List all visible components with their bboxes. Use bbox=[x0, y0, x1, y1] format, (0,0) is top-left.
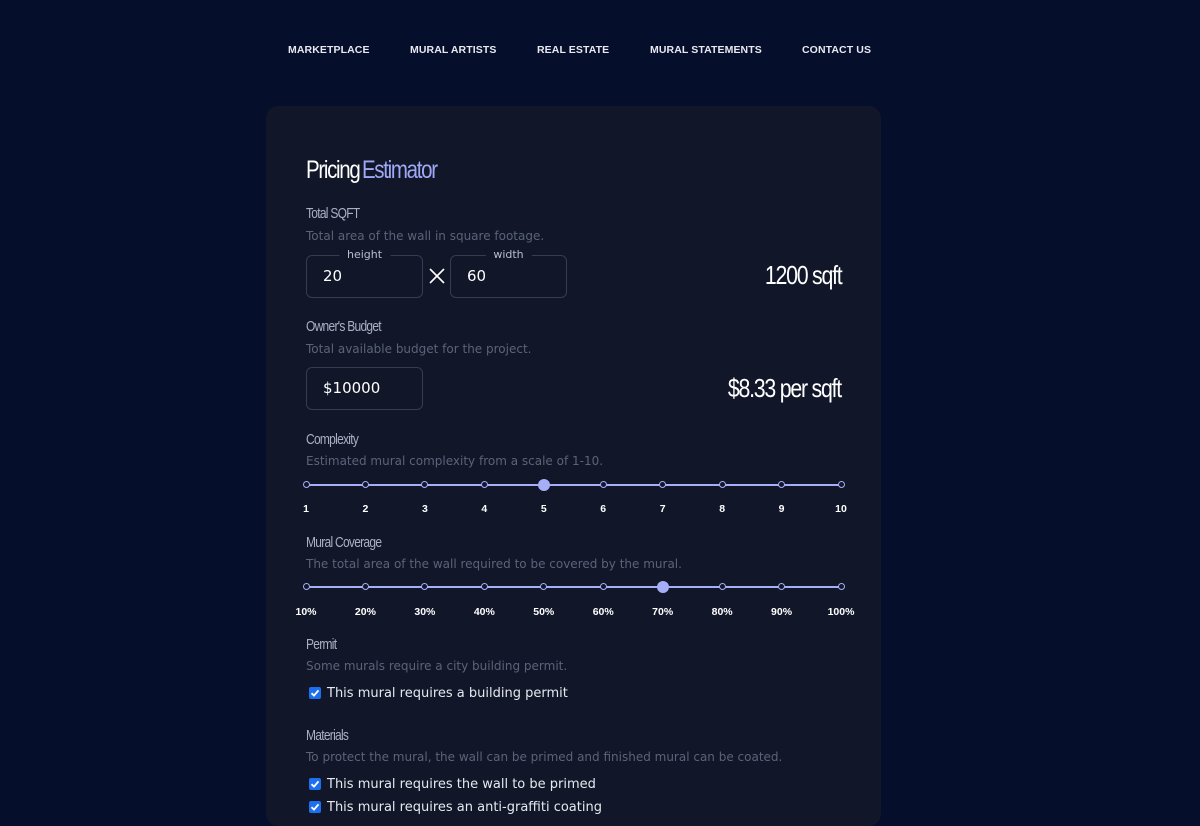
checkmark-icon bbox=[310, 780, 320, 788]
nav-marketplace[interactable]: MARKETPLACE bbox=[288, 44, 370, 56]
complexity-tick-label: 3 bbox=[421, 503, 428, 515]
total-sqft-description: Total area of the wall in square footage… bbox=[306, 229, 545, 243]
coverage-slider-step[interactable] bbox=[837, 583, 845, 590]
coverage-tick-label: 100% bbox=[827, 606, 855, 618]
budget-input[interactable] bbox=[323, 379, 413, 397]
price-per-sqft-result: $8.33 per sqft bbox=[727, 373, 842, 403]
complexity-tick-label: 2 bbox=[362, 503, 369, 515]
materials-description: To protect the mural, the wall can be pr… bbox=[306, 750, 783, 764]
complexity-slider-step[interactable] bbox=[480, 481, 488, 488]
coverage-tick-label: 80% bbox=[711, 606, 733, 618]
primed-checkbox-label: This mural requires the wall to be prime… bbox=[327, 776, 596, 792]
page-title: PricingEstimator bbox=[306, 156, 438, 185]
budget-description: Total available budget for the project. bbox=[306, 342, 532, 356]
complexity-tick-label: 6 bbox=[600, 503, 607, 515]
coating-checkbox-row[interactable]: This mural requires an anti-graffiti coa… bbox=[309, 799, 602, 815]
coverage-slider-step[interactable] bbox=[480, 583, 488, 590]
coverage-tick-labels: 10% 20% 30% 40% 50% 60% 70% 80% 90% 100% bbox=[295, 606, 854, 620]
budget-field bbox=[306, 367, 423, 410]
coverage-tick-label: 60% bbox=[592, 606, 614, 618]
complexity-slider-step[interactable] bbox=[302, 481, 310, 488]
total-sqft-result: 1200 sqft bbox=[764, 260, 842, 290]
complexity-slider[interactable] bbox=[302, 478, 845, 492]
width-field: width bbox=[450, 248, 567, 298]
budget-label: Owner's Budget bbox=[306, 318, 382, 335]
coverage-slider[interactable] bbox=[302, 580, 845, 594]
title-accent: Estimator bbox=[361, 156, 438, 184]
height-input[interactable] bbox=[323, 267, 413, 285]
coverage-slider-step[interactable] bbox=[302, 583, 310, 590]
coverage-tick-label: 70% bbox=[652, 606, 674, 618]
complexity-slider-step[interactable] bbox=[659, 481, 667, 488]
complexity-label: Complexity bbox=[306, 431, 359, 448]
checkmark-icon bbox=[310, 803, 320, 811]
complexity-slider-thumb[interactable] bbox=[537, 479, 550, 491]
permit-label: Permit bbox=[306, 636, 337, 653]
coverage-slider-step[interactable] bbox=[540, 583, 548, 590]
complexity-slider-step[interactable] bbox=[837, 481, 845, 488]
complexity-tick-labels: 1 2 3 4 5 6 7 8 9 10 bbox=[303, 503, 847, 517]
complexity-slider-step[interactable] bbox=[599, 481, 607, 488]
nav-mural-statements[interactable]: MURAL STATEMENTS bbox=[650, 44, 762, 56]
width-legend: width bbox=[485, 248, 532, 261]
complexity-tick-label: 7 bbox=[659, 503, 666, 515]
permit-checkbox-row[interactable]: This mural requires a building permit bbox=[309, 685, 568, 701]
coverage-slider-step[interactable] bbox=[718, 583, 726, 590]
complexity-description: Estimated mural complexity from a scale … bbox=[306, 454, 604, 468]
coverage-slider-step[interactable] bbox=[361, 583, 369, 590]
permit-checkbox[interactable] bbox=[309, 687, 321, 699]
coverage-tick-label: 50% bbox=[533, 606, 555, 618]
coverage-tick-label: 30% bbox=[414, 606, 436, 618]
coating-checkbox[interactable] bbox=[309, 801, 321, 813]
complexity-tick-label: 4 bbox=[481, 503, 488, 515]
primed-checkbox-row[interactable]: This mural requires the wall to be prime… bbox=[309, 776, 596, 792]
height-legend: height bbox=[338, 248, 391, 261]
coverage-tick-label: 90% bbox=[771, 606, 793, 618]
permit-description: Some murals require a city building perm… bbox=[306, 659, 568, 673]
coverage-label: Mural Coverage bbox=[306, 534, 382, 551]
complexity-slider-step[interactable] bbox=[778, 481, 786, 488]
coverage-slider-step[interactable] bbox=[421, 583, 429, 590]
complexity-slider-track[interactable] bbox=[306, 484, 841, 486]
complexity-slider-step[interactable] bbox=[421, 481, 429, 488]
nav-contact-us[interactable]: CONTACT US bbox=[802, 44, 871, 56]
top-navigation: MARKETPLACE MURAL ARTISTS REAL ESTATE MU… bbox=[0, 44, 1200, 60]
complexity-tick-label: 5 bbox=[540, 503, 547, 515]
width-input[interactable] bbox=[467, 267, 557, 285]
coverage-tick-label: 40% bbox=[473, 606, 495, 618]
coating-checkbox-label: This mural requires an anti-graffiti coa… bbox=[327, 799, 602, 815]
coverage-description: The total area of the wall required to b… bbox=[306, 557, 682, 571]
total-sqft-label: Total SQFT bbox=[306, 205, 360, 222]
complexity-tick-label: 8 bbox=[719, 503, 726, 515]
nav-real-estate[interactable]: REAL ESTATE bbox=[537, 44, 609, 56]
coverage-slider-step[interactable] bbox=[599, 583, 607, 590]
materials-label: Materials bbox=[306, 727, 349, 744]
coverage-tick-label: 20% bbox=[354, 606, 376, 618]
permit-checkbox-label: This mural requires a building permit bbox=[327, 685, 568, 701]
checkmark-icon bbox=[310, 689, 320, 697]
coverage-tick-label: 10% bbox=[295, 606, 317, 618]
complexity-tick-label: 1 bbox=[303, 503, 309, 515]
coverage-slider-thumb[interactable] bbox=[656, 581, 669, 593]
nav-mural-artists[interactable]: MURAL ARTISTS bbox=[410, 44, 496, 56]
multiply-icon bbox=[429, 268, 445, 284]
complexity-tick-label: 9 bbox=[778, 503, 785, 515]
complexity-slider-step[interactable] bbox=[361, 481, 369, 488]
coverage-slider-step[interactable] bbox=[778, 583, 786, 590]
complexity-slider-step[interactable] bbox=[718, 481, 726, 488]
complexity-tick-label: 10 bbox=[835, 503, 847, 515]
height-field: height bbox=[306, 248, 423, 298]
coverage-slider-track[interactable] bbox=[306, 586, 841, 588]
title-main: Pricing bbox=[306, 156, 361, 184]
primed-checkbox[interactable] bbox=[309, 778, 321, 790]
